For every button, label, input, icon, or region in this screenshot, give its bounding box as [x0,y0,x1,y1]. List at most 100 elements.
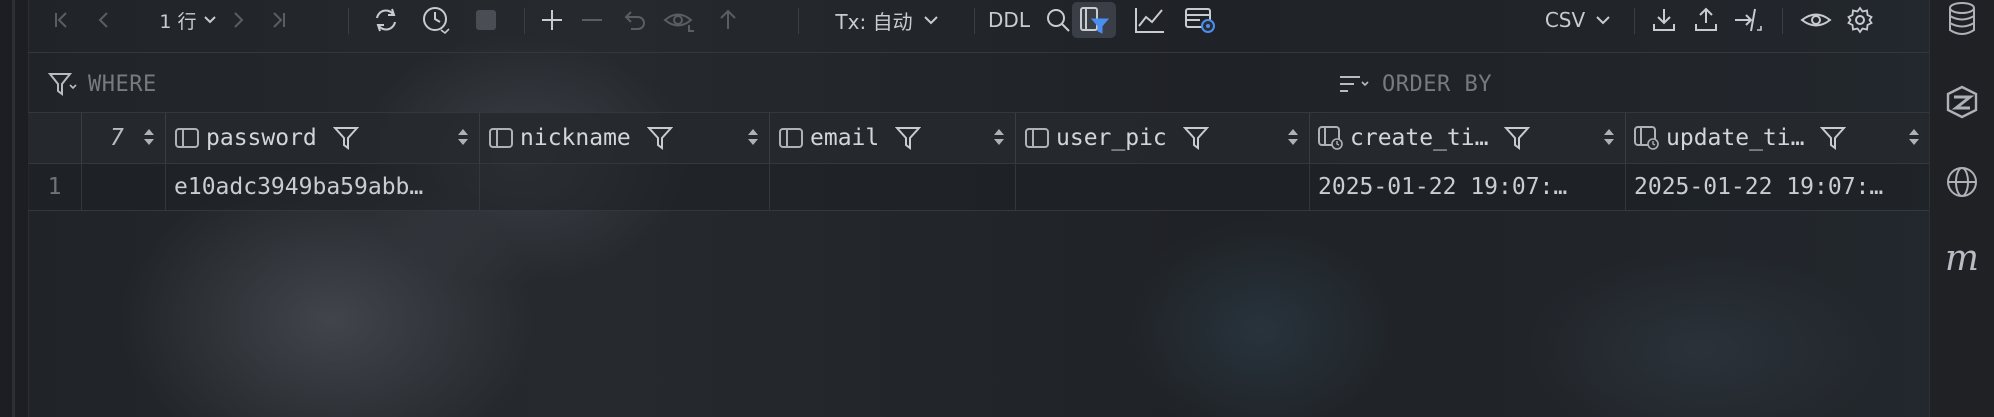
table-cell-nickname[interactable] [480,164,770,210]
chevron-down-icon [923,16,938,25]
maven-icon[interactable]: m [1942,237,1982,279]
ai-assistant-icon[interactable] [1942,82,1982,122]
row-number-header [28,113,82,163]
download-icon[interactable] [1646,0,1682,40]
transaction-mode-label: Tx: 自动 [835,9,913,34]
prev-page-icon[interactable] [90,0,118,40]
table-cell-create-time[interactable]: 2025-01-22 19:07:… [1310,164,1626,210]
last-page-icon[interactable] [264,0,292,40]
column-header-label: 7 [110,125,124,151]
rows-per-page-dropdown[interactable]: 1 行 [156,0,220,40]
table-settings-icon[interactable] [1180,0,1220,40]
globe-icon[interactable] [1942,162,1982,202]
column-header-user-pic[interactable]: user_pic [1016,113,1310,163]
table-cell-update-time[interactable]: 2025-01-22 19:07:… [1626,164,1930,210]
submit-icon[interactable] [712,0,744,40]
column-header-label: password [206,125,317,151]
toolbar-separator [1634,8,1635,34]
column-filter-icon[interactable] [1820,126,1847,150]
column-header-email[interactable]: email [770,113,1016,163]
first-page-icon[interactable] [48,0,76,40]
where-filter-input[interactable]: WHERE [48,62,748,106]
view-icon[interactable] [1796,0,1836,40]
sort-arrows-icon[interactable] [993,126,1005,148]
ddl-button[interactable]: DDL [984,0,1034,40]
sort-arrows-icon[interactable] [747,126,759,148]
table-cell-email[interactable] [770,164,1016,210]
table-row[interactable]: 1 e10adc3949ba59abb… 2025-01-22 19:07:… … [28,164,1930,211]
stop-icon[interactable] [470,0,502,40]
sort-arrows-icon[interactable] [457,126,469,148]
chart-icon[interactable] [1130,0,1170,40]
datetime-column-icon [1634,125,1660,151]
revert-icon[interactable] [618,0,650,40]
header-row: 7 password nickname email user_pic creat… [28,112,1930,164]
column-header[interactable]: 7 [82,113,166,163]
search-icon[interactable] [1040,0,1076,40]
gear-icon[interactable] [1842,0,1878,40]
toolbar-separator [798,8,799,34]
toolbar-separator [348,8,349,34]
upload-icon[interactable] [1688,0,1724,40]
toolbar-separator [524,8,525,34]
compare-icon[interactable] [1730,0,1766,40]
history-icon[interactable] [418,0,454,40]
remove-row-icon[interactable] [576,0,608,40]
filter-panel-icon[interactable] [1072,2,1116,38]
ddl-label: DDL [988,8,1030,32]
sort-icon [1340,76,1369,92]
table-cell[interactable] [82,164,166,210]
column-header-create-time[interactable]: create_ti… [1310,113,1626,163]
column-header-password[interactable]: password [166,113,480,163]
column-filter-icon[interactable] [895,126,922,150]
column-filter-icon[interactable] [1504,126,1531,150]
reload-icon[interactable] [368,0,404,40]
gutter-line [12,0,15,417]
sort-arrows-icon[interactable] [1287,126,1299,148]
column-header-label: nickname [520,125,631,151]
column-header-label: user_pic [1056,125,1167,151]
database-icon[interactable] [1942,0,1982,40]
column-icon [1024,125,1050,151]
rows-per-page-label: 1 行 [159,10,197,33]
chevron-down-icon [203,16,216,24]
right-tool-bar: m [1929,0,1994,417]
chevron-down-icon [1596,16,1610,25]
toolbar-divider [28,52,1930,53]
sort-arrows-icon[interactable] [1603,126,1615,148]
column-icon [174,125,200,151]
column-icon [488,125,514,151]
column-header-nickname[interactable]: nickname [480,113,770,163]
toolbar-separator [1782,8,1783,34]
sort-arrows-icon[interactable] [143,126,155,148]
data-grid: 7 password nickname email user_pic creat… [28,112,1930,211]
toolbar-separator [974,8,975,34]
order-by-label: ORDER BY [1382,71,1492,97]
add-row-icon[interactable] [536,0,568,40]
table-cell-password[interactable]: e10adc3949ba59abb… [166,164,480,210]
filter-bar: WHERE ORDER BY [28,62,1930,106]
column-header-label: update_ti… [1666,125,1805,151]
column-header-label: email [810,125,880,151]
column-icon [778,125,804,151]
datetime-column-icon [1318,125,1344,151]
order-by-input[interactable]: ORDER BY [1338,62,1898,106]
export-format-dropdown[interactable]: CSV [1536,0,1620,40]
column-header-label: create_ti… [1350,125,1489,151]
sort-arrows-icon[interactable] [1908,126,1920,148]
transaction-mode-dropdown[interactable]: Tx: 自动 [818,0,956,40]
row-number: 1 [28,164,82,210]
next-page-icon[interactable] [224,0,252,40]
export-format-label: CSV [1544,8,1586,32]
table-cell-user-pic[interactable] [1016,164,1310,210]
column-filter-icon[interactable] [1182,126,1209,150]
column-header-update-time[interactable]: update_ti… [1626,113,1930,163]
maven-label: m [1944,237,1980,279]
where-label: WHERE [88,71,157,97]
column-filter-icon[interactable] [332,126,359,150]
result-toolbar: 1 行 Tx: 自动 DDL CSV [28,0,1930,40]
filter-icon [48,73,77,96]
column-filter-icon[interactable] [646,126,673,150]
preview-changes-icon[interactable] [660,0,700,40]
left-gutter [0,0,29,417]
